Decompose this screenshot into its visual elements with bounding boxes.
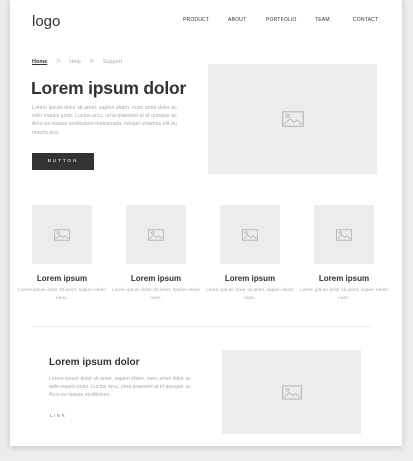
feature-title: Lorem ipsum: [224, 274, 276, 283]
logo[interactable]: logo: [32, 13, 60, 30]
section-image-placeholder: [222, 350, 361, 434]
section-body: Lorem ipsum dolor sit amet, sapien etiam…: [49, 376, 193, 399]
feature-image-placeholder: [126, 205, 186, 264]
breadcrumb-home[interactable]: Home: [32, 59, 47, 65]
section-title: Lorem ipsum dolor: [49, 357, 140, 368]
feature-body: Lorem ipsum dolor sit amet, sapien etiam…: [300, 288, 388, 301]
hero-image-placeholder: [208, 64, 377, 174]
feature-title: Lorem ipsum: [318, 274, 370, 283]
feature-image-placeholder: [32, 205, 92, 264]
feature-body: Lorem ipsum dolor sit amet, sapien etiam…: [206, 288, 294, 301]
hero-button[interactable]: BUTTON: [32, 153, 94, 170]
nav-link-portfolio[interactable]: PORTFOLIO: [266, 17, 297, 23]
section-link[interactable]: LINK: [50, 413, 66, 418]
feature-title: Lorem ipsum: [36, 274, 88, 283]
feature-image-placeholder: [220, 205, 280, 264]
chevron-right-icon: >: [56, 58, 61, 65]
image-placeholder-icon: [54, 228, 70, 241]
feature-body: Lorem ipsum dolor sit amet, sapien etiam…: [18, 288, 106, 301]
chevron-right-icon: >: [89, 58, 94, 65]
hero-body: Lorem ipsum dolor sit amet, sapien etiam…: [32, 105, 179, 136]
image-placeholder-icon: [336, 228, 352, 241]
image-placeholder-icon: [281, 384, 302, 400]
feature-title: Lorem ipsum: [130, 274, 182, 283]
breadcrumb-support[interactable]: Support: [103, 59, 122, 65]
feature-image-placeholder: [314, 205, 374, 264]
image-placeholder-icon: [148, 228, 164, 241]
breadcrumb-help[interactable]: Help: [69, 59, 80, 65]
nav-link-product[interactable]: PRODUCT: [183, 17, 209, 23]
nav-link-about[interactable]: ABOUT: [228, 17, 246, 23]
nav-link-team[interactable]: TEAM: [315, 17, 330, 23]
hero-title: Lorem ipsum dolor: [31, 78, 187, 98]
feature-body: Lorem ipsum dolor sit amet, sapien etiam…: [112, 288, 200, 301]
nav-link-contact[interactable]: CONTACT: [353, 17, 378, 23]
breadcrumb: Home > Help > Support: [32, 58, 122, 65]
page-card: logo PRODUCT ABOUT PORTFOLIO TEAM CONTAC…: [10, 0, 402, 446]
section-divider: [32, 326, 372, 327]
image-placeholder-icon: [281, 111, 304, 127]
image-placeholder-icon: [242, 228, 258, 241]
